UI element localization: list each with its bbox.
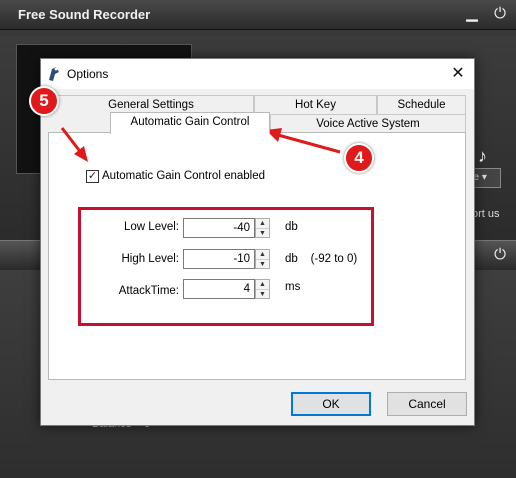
dialog-titlebar: Options ✕ — [41, 59, 474, 89]
tab-voice-active-system[interactable]: Voice Active System — [270, 114, 466, 134]
agc-enabled-checkbox[interactable]: ✓ — [86, 170, 99, 183]
dialog-title: Options — [67, 67, 109, 81]
highlight-box — [78, 207, 374, 326]
app-titlebar: Free Sound Recorder ▁ ⏻ — [0, 0, 516, 30]
ok-button[interactable]: OK — [291, 392, 371, 416]
tab-automatic-gain-control[interactable]: Automatic Gain Control — [110, 112, 270, 134]
music-note-icon: ♪ — [478, 146, 487, 166]
callout-badge-4: 4 — [344, 143, 374, 173]
power-icon[interactable]: ⏻ — [490, 5, 510, 23]
cancel-button[interactable]: Cancel — [387, 392, 467, 416]
minimize-icon[interactable]: ▁ — [462, 5, 482, 23]
close-icon[interactable]: ✕ — [446, 63, 470, 85]
tab-schedule[interactable]: Schedule — [377, 95, 466, 115]
power-icon-lower[interactable]: ⏻ — [490, 246, 510, 264]
app-icon — [49, 67, 59, 81]
support-link[interactable]: ort us — [472, 208, 500, 220]
agc-enabled-label: Automatic Gain Control enabled — [102, 170, 266, 182]
app-title: Free Sound Recorder — [18, 7, 151, 22]
callout-badge-5: 5 — [29, 86, 59, 116]
tab-hot-key[interactable]: Hot Key — [254, 95, 377, 115]
